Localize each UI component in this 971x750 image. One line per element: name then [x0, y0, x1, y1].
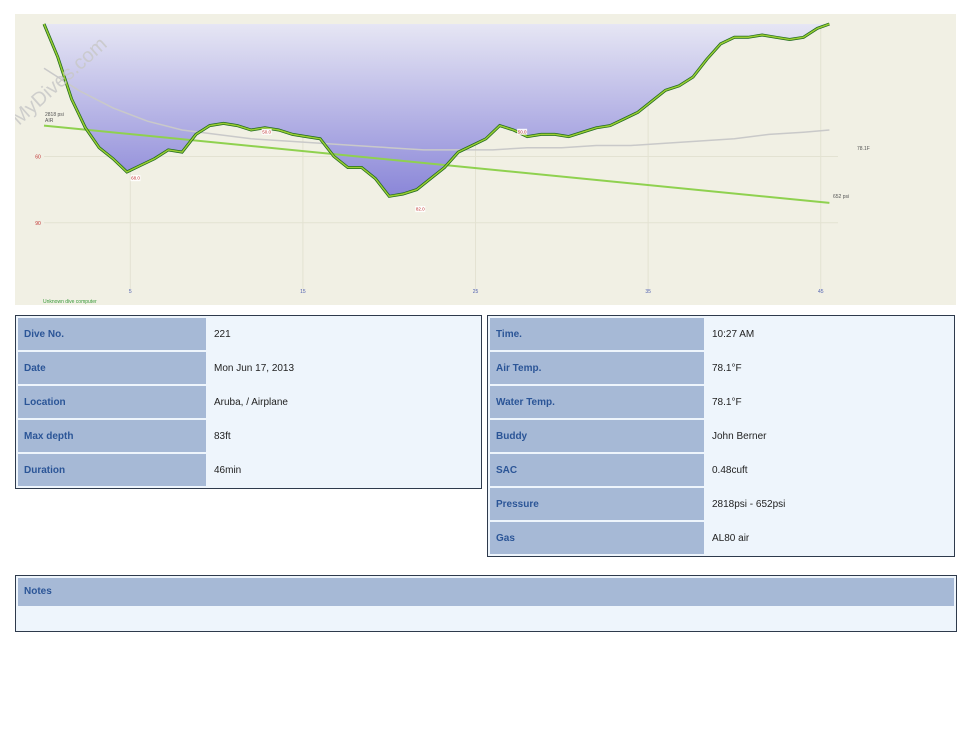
depth-annotation: 50.0	[261, 128, 272, 135]
notes-panel: Notes	[15, 575, 957, 632]
dive-conditions-table: Time. 10:27 AM Air Temp. 78.1°F Water Temp…	[488, 316, 954, 556]
depth-annotation-label: 50.0	[518, 129, 527, 134]
depth-annotation: 68.0	[130, 175, 141, 182]
dive-computer-label: Unknown dive computer	[43, 299, 97, 305]
table-row: SAC 0.48cuft	[490, 454, 952, 486]
field-value: Mon Jun 17, 2013	[208, 352, 479, 384]
depth-annotation-label: 82.0	[416, 207, 425, 212]
table-row: Gas AL80 air	[490, 522, 952, 554]
field-label: Duration	[18, 454, 206, 486]
y-tick-label: 60	[35, 155, 41, 161]
notes-body	[18, 608, 954, 628]
field-value: Aruba, / Airplane	[208, 386, 479, 418]
field-label: SAC	[490, 454, 704, 486]
dive-conditions-panel: Time. 10:27 AM Air Temp. 78.1°F Water Temp…	[487, 315, 955, 557]
dive-summary-panel: Dive No. 221 Date Mon Jun 17, 2013 Locatio…	[15, 315, 482, 489]
field-value: 83ft	[208, 420, 479, 452]
field-label: Buddy	[490, 420, 704, 452]
depth-annotation: 50.0	[517, 128, 528, 135]
field-value: 2818psi - 652psi	[706, 488, 952, 520]
table-row: Air Temp. 78.1°F	[490, 352, 952, 384]
field-label: Dive No.	[18, 318, 206, 350]
field-value: John Berner	[706, 420, 952, 452]
field-label: Location	[18, 386, 206, 418]
table-row: Dive No. 221	[18, 318, 479, 350]
x-tick-label: 25	[473, 289, 479, 295]
x-tick-label: 15	[300, 289, 306, 295]
field-label: Gas	[490, 522, 704, 554]
pressure-gas-label: AIR	[45, 118, 54, 124]
pressure-end-label: 652 psi	[833, 194, 849, 200]
x-tick-label: 35	[645, 289, 651, 295]
field-value: 46min	[208, 454, 479, 486]
table-row: Location Aruba, / Airplane	[18, 386, 479, 418]
field-value: 78.1°F	[706, 386, 952, 418]
y-tick-label: 90	[35, 221, 41, 227]
x-tick-label: 5	[129, 289, 132, 295]
table-row: Pressure 2818psi - 652psi	[490, 488, 952, 520]
table-row: Time. 10:27 AM	[490, 318, 952, 350]
table-row: Buddy John Berner	[490, 420, 952, 452]
notes-heading: Notes	[18, 578, 954, 606]
table-row: Water Temp. 78.1°F	[490, 386, 952, 418]
field-label: Water Temp.	[490, 386, 704, 418]
field-value: 78.1°F	[706, 352, 952, 384]
field-value: 10:27 AM	[706, 318, 952, 350]
temperature-end-label: 78.1F	[857, 146, 870, 152]
field-value: AL80 air	[706, 522, 952, 554]
depth-annotation: 82.0	[415, 206, 426, 213]
dive-profile-svg: 5 15 25 35 456090 68.050.082.050.0 2818 psi …	[15, 14, 956, 305]
field-label: Pressure	[490, 488, 704, 520]
dive-summary-table: Dive No. 221 Date Mon Jun 17, 2013 Locatio…	[16, 316, 481, 488]
depth-annotation-label: 50.0	[262, 129, 271, 134]
field-label: Max depth	[18, 420, 206, 452]
table-row: Max depth 83ft	[18, 420, 479, 452]
dive-profile-chart: 5 15 25 35 45 60 90 68.0 50.0 82.0 50.0 2818 psi …	[15, 14, 956, 305]
depth-annotation-label: 68.0	[131, 176, 140, 181]
field-value: 0.48cuft	[706, 454, 952, 486]
field-value: 221	[208, 318, 479, 350]
field-label: Air Temp.	[490, 352, 704, 384]
field-label: Time.	[490, 318, 704, 350]
field-label: Date	[18, 352, 206, 384]
x-tick-label: 45	[818, 289, 824, 295]
table-row: Duration 46min	[18, 454, 479, 486]
table-row: Date Mon Jun 17, 2013	[18, 352, 479, 384]
